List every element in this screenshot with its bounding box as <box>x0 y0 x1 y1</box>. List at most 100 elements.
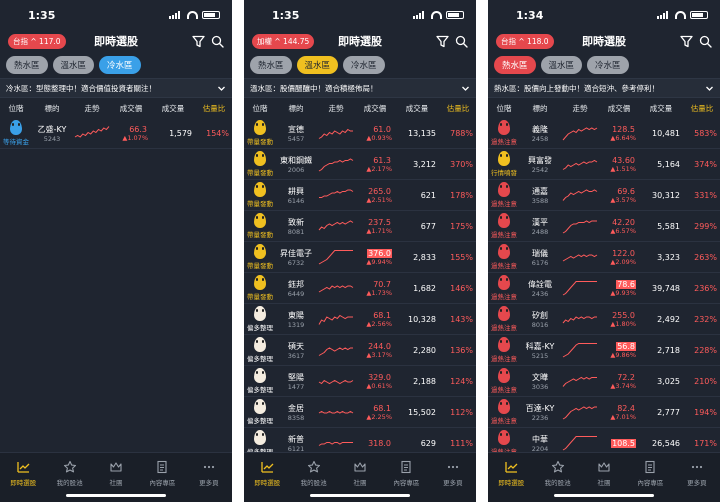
stock-price: 72.2 <box>617 372 635 382</box>
stock-row[interactable]: 帶量發動 昇佳電子 6732 376.0 ▲9.94% 2,833 155% <box>244 242 476 273</box>
chevron-down-icon[interactable] <box>217 84 226 93</box>
stock-row[interactable]: 行情噴發 興富發 2542 43.60 ▲1.51% 5,164 374% <box>488 149 720 180</box>
filter-icon[interactable] <box>680 35 693 48</box>
nav-item-4[interactable]: 更多頁 <box>430 453 476 502</box>
stock-row[interactable]: 過熱注意 科嘉-KY 5215 56.8 ▲9.86% 2,718 228% <box>488 335 720 366</box>
cellular-signal-icon <box>169 11 183 19</box>
phone-screen-2: 1:35 加權 ^ 144.75 即時選股 熱水區 溫水區 冷水區 溫水區：股價醞釀… <box>244 0 476 502</box>
tab-warm-zone[interactable]: 溫水區 <box>296 56 339 74</box>
tab-hot-zone[interactable]: 熱水區 <box>250 56 292 74</box>
col-header-name[interactable]: 標的 <box>32 103 72 114</box>
volume-ratio: 236% <box>694 283 717 293</box>
col-header-name[interactable]: 標的 <box>520 103 560 114</box>
stock-name: 致新 <box>288 217 304 227</box>
stock-volume: 10,328 <box>408 314 436 324</box>
market-index-badge[interactable]: 加權 ^ 144.75 <box>252 33 315 49</box>
sparkline-path <box>562 315 597 323</box>
tab-cold-zone[interactable]: 冷水區 <box>343 56 385 74</box>
filter-icon[interactable] <box>436 35 449 48</box>
col-header-volume[interactable]: 成交量 <box>638 103 684 114</box>
phone-screen-1: 1:35 台指 ^ 117.0 即時選股 熱水區 溫水區 冷水區 冷水區：型態整理中… <box>0 0 232 502</box>
nav-item-0[interactable]: 即時選股 <box>244 453 290 502</box>
stock-price: 244.0 <box>368 341 391 351</box>
zone-notice-bar[interactable]: 溫水區：股價醞釀中！適合積極佈局！ <box>244 78 476 98</box>
stock-volume: 2,492 <box>657 314 680 324</box>
tab-hot-zone[interactable]: 熱水區 <box>494 56 536 74</box>
stock-row[interactable]: 偏多整理 堅陽 1477 329.0 ▲0.61% 2,188 124% <box>244 366 476 397</box>
price-cell: 68.1 ▲2.25% <box>356 404 394 421</box>
zone-notice-bar[interactable]: 冷水區：型態整理中！適合價值投資者關注！ <box>0 78 232 98</box>
stock-row[interactable]: 過熱注意 瑞儀 6176 122.0 ▲2.09% 3,323 263% <box>488 242 720 273</box>
stock-row[interactable]: 帶量發動 鈺邦 6449 70.7 ▲1.73% 1,682 146% <box>244 273 476 304</box>
stock-price: 43.60 <box>612 155 635 165</box>
search-icon[interactable] <box>211 35 224 48</box>
search-icon[interactable] <box>455 35 468 48</box>
market-index-badge[interactable]: 台指 ^ 118.0 <box>496 33 554 49</box>
volume-ratio: 263% <box>694 252 717 262</box>
tab-hot-zone[interactable]: 熱水區 <box>6 56 48 74</box>
stock-row[interactable]: 過熱注意 漢平 2488 42.20 ▲6.57% 5,581 299% <box>488 211 720 242</box>
stock-name: 東陽 <box>288 310 304 320</box>
tab-warm-zone[interactable]: 溫水區 <box>540 56 583 74</box>
stock-price: 318.0 <box>368 438 391 448</box>
col-header-volume-ratio[interactable]: 估量比 <box>684 103 720 114</box>
stock-row[interactable]: 帶量發動 東和鋼鐵 2006 61.3 ▲2.17% 3,212 370% <box>244 149 476 180</box>
col-header-volume[interactable]: 成交量 <box>150 103 196 114</box>
phone-screen-3: 1:34 台指 ^ 118.0 即時選股 熱水區 溫水區 冷水區 熱水區：股價向上發… <box>488 0 720 502</box>
tab-cold-zone[interactable]: 冷水區 <box>587 56 629 74</box>
water-drop-icon <box>498 337 510 352</box>
stock-row[interactable]: 過熱注意 通嘉 3588 69.6 ▲3.57% 30,312 331% <box>488 180 720 211</box>
nav-item-0[interactable]: 即時選股 <box>488 453 534 502</box>
stock-row[interactable]: 等待資金 乙盛-KY 5243 66.3 ▲1.07% 1,579 154% <box>0 118 232 149</box>
stock-row[interactable]: 帶量發動 耕興 6146 265.0 ▲2.51% 621 178% <box>244 180 476 211</box>
search-icon[interactable] <box>699 35 712 48</box>
col-header-name[interactable]: 標的 <box>276 103 316 114</box>
price-cell: 61.0 ▲0.93% <box>356 125 394 142</box>
stock-volume: 3,025 <box>657 376 680 386</box>
position-label: 行情噴發 <box>491 169 517 177</box>
col-header-volume-ratio[interactable]: 估量比 <box>440 103 476 114</box>
stock-row[interactable]: 偏多整理 東陽 1319 68.1 ▲2.56% 10,328 143% <box>244 304 476 335</box>
col-header-price[interactable]: 成交價 <box>112 103 150 114</box>
col-header-volume-ratio[interactable]: 估量比 <box>196 103 232 114</box>
stock-code: 5215 <box>531 351 549 360</box>
status-bar: 1:35 <box>244 0 476 30</box>
price-change: ▲9.94% <box>366 257 392 266</box>
stock-row[interactable]: 過熱注意 文曄 3036 72.2 ▲3.74% 3,025 210% <box>488 366 720 397</box>
zone-notice-bar[interactable]: 熱水區：股價向上發動中！適合短沖、參考停利！ <box>488 78 720 98</box>
filter-icon[interactable] <box>192 35 205 48</box>
position-label: 帶量發動 <box>247 138 273 146</box>
stock-price: 122.0 <box>612 248 635 258</box>
col-header-position[interactable]: 位階 <box>0 103 32 114</box>
col-header-price[interactable]: 成交價 <box>600 103 638 114</box>
sparkline-path <box>562 188 598 201</box>
tab-warm-zone[interactable]: 溫水區 <box>52 56 95 74</box>
position-label: 過熱注意 <box>491 386 517 394</box>
price-change: ▲0.61% <box>366 381 392 390</box>
stock-name: 堅陽 <box>288 372 304 382</box>
stock-row[interactable]: 過熱注意 義隆 2458 128.5 ▲6.64% 10,481 583% <box>488 118 720 149</box>
price-change: ▲0.93% <box>366 133 392 142</box>
tab-cold-zone[interactable]: 冷水區 <box>99 56 141 74</box>
stock-row[interactable]: 過熱注意 矽創 8016 255.0 ▲1.80% 2,492 232% <box>488 304 720 335</box>
stock-row[interactable]: 偏多整理 金居 8358 68.1 ▲2.25% 15,502 112% <box>244 397 476 428</box>
col-header-price[interactable]: 成交價 <box>356 103 394 114</box>
nav-item-4[interactable]: 更多頁 <box>186 453 232 502</box>
stock-row[interactable]: 帶量發動 宣德 5457 61.0 ▲0.93% 13,135 788% <box>244 118 476 149</box>
nav-item-4[interactable]: 更多頁 <box>674 453 720 502</box>
nav-item-0[interactable]: 即時選股 <box>0 453 46 502</box>
stock-row[interactable]: 偏多整理 碩天 3617 244.0 ▲3.17% 2,280 136% <box>244 335 476 366</box>
stock-row[interactable]: 帶量發動 致新 8081 237.5 ▲1.71% 677 175% <box>244 211 476 242</box>
col-header-position[interactable]: 位階 <box>244 103 276 114</box>
chevron-down-icon[interactable] <box>705 84 714 93</box>
trend-sparkline <box>316 304 356 335</box>
chevron-down-icon[interactable] <box>461 84 470 93</box>
stock-name: 耕興 <box>288 186 304 196</box>
sparkline-path <box>562 435 597 450</box>
market-index-badge[interactable]: 台指 ^ 117.0 <box>8 33 66 49</box>
stock-row[interactable]: 過熱注意 百達-KY 2236 82.4 ▲7.01% 2,777 194% <box>488 397 720 428</box>
col-header-position[interactable]: 位階 <box>488 103 520 114</box>
stock-row[interactable]: 過熱注意 偉詮電 2436 78.6 ▲9.93% 39,748 236% <box>488 273 720 304</box>
stock-name: 文曄 <box>532 372 548 382</box>
col-header-volume[interactable]: 成交量 <box>394 103 440 114</box>
